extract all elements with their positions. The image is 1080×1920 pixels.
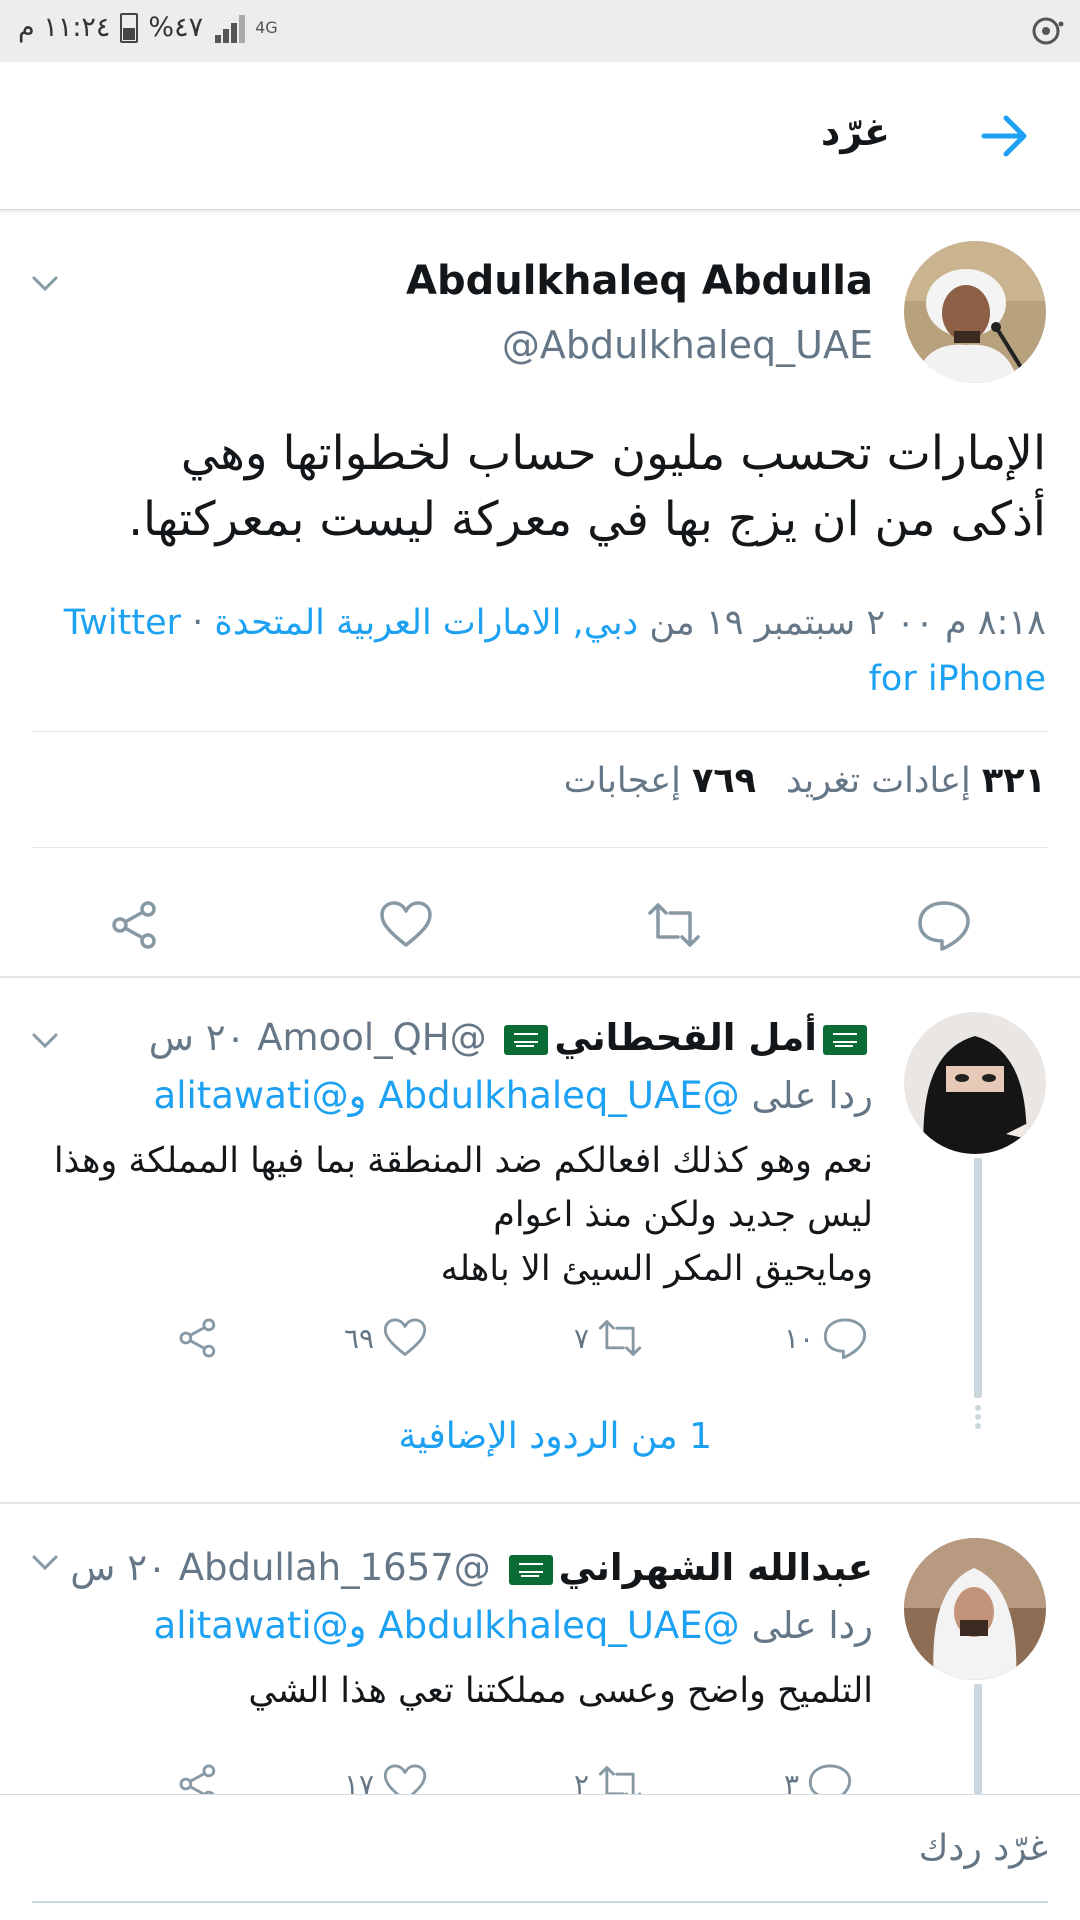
reply-to-prefix: ردا على [751,1074,873,1117]
retweets-label: إعادات تغريد [786,761,971,801]
retweets-count: ٣٢١ [981,761,1046,801]
reply-author-name[interactable]: عبدالله الشهراني [559,1546,873,1589]
like-icon [383,1318,427,1356]
retweet-button[interactable]: ٧ [574,1308,643,1368]
chevron-down-icon[interactable] [28,1546,62,1580]
tweet-text-line: أذكى من ان يزج بها في معركة ليست بمعركته… [128,492,1046,547]
saudi-flag-icon [508,1554,553,1585]
avatar[interactable] [904,1012,1046,1154]
saudi-flag-icon [504,1024,549,1055]
saudi-flag-icon [823,1024,867,1055]
reply-icon[interactable] [916,897,972,953]
reply-to-mention[interactable]: @Abdulkhaleq_UAE [378,1604,739,1647]
reply-text-line: نعم وهو كذلك افعالكم ضد المنطقة بما فيها… [53,1141,873,1181]
share-icon [179,1318,216,1358]
chevron-down-icon[interactable] [28,267,62,301]
thread-line [974,1684,982,1794]
reply-text-line: التلميح واضح وعسى مملكتنا تعي هذا الشي [248,1671,873,1711]
reply-to-mention[interactable]: @Abdulkhaleq_UAE [378,1074,739,1117]
reply-to-mention[interactable]: @alitawati [154,1604,349,1647]
retweet-icon [598,1320,642,1356]
tweet-time: ٨:١٨ م ٠٠ ٢ سبتمبر ١٩ من [649,603,1046,643]
signal-icon [213,13,246,43]
tweet-location[interactable]: دبي, الامارات العربية المتحدة [214,603,638,643]
app-header: غرّد [0,62,1080,210]
back-arrow-icon[interactable] [976,108,1032,164]
reply-time: ٢٠ س [148,1016,246,1059]
reply-text: نعم وهو كذلك افعالكم ضد المنطقة بما فيها… [33,1134,873,1296]
share-button[interactable] [176,1308,222,1368]
page-title: غرّد [820,110,890,154]
retweets-stat[interactable]: ٣٢١ إعادات تغريد [786,761,1046,801]
compose-bar [0,1794,1080,1920]
retweet-count: ٧ [574,1321,590,1355]
like-icon[interactable] [378,897,434,953]
reply-text-line: ليس جديد ولكن منذ اعوام [493,1195,873,1235]
likes-count: ٧٦٩ [691,761,757,801]
divider [32,847,1048,848]
tweet-actions [0,881,1080,971]
reply-author-handle[interactable]: @Abdullah_1657 [179,1546,491,1589]
reply-text: التلميح واضح وعسى مملكتنا تعي هذا الشي [33,1664,873,1718]
battery-percent: %٤٧ [148,12,204,43]
reply-to: ردا على @Abdulkhaleq_UAE و@alitawati [154,1604,873,1647]
reply-text-line: ومايحيق المكر السيئ الا باهله [440,1249,873,1289]
likes-stat[interactable]: ٧٦٩ إعجابات [564,761,756,801]
reply-author-handle[interactable]: @Amool_QH [257,1016,486,1059]
reply-icon [823,1318,867,1360]
avatar[interactable] [904,241,1046,383]
author-handle[interactable]: @Abdulkhaleq_UAE [502,323,873,367]
reply-header: عبدالله الشهراني @Abdullah_1657 ٢٠ س [70,1546,873,1589]
reply-to: ردا على @Abdulkhaleq_UAE و@alitawati [154,1074,873,1117]
reply-to-and: و [348,1604,367,1647]
reply-to-mention[interactable]: @alitawati [154,1074,349,1117]
reply-header: أمل القحطاني @Amool_QH ٢٠ س [149,1016,873,1059]
reply-to-and: و [348,1074,367,1117]
tweet-text: الإمارات تحسب مليون حساب لخطواتها وهي أذ… [46,421,1046,553]
reply-author-name[interactable]: أمل القحطاني [554,1016,817,1059]
like-count: ٦٩ [344,1321,375,1355]
status-bar: ١١:٢٤ م %٤٧ 4G [0,0,1080,62]
section-divider [0,976,1080,978]
likes-label: إعجابات [563,761,681,801]
settings-icon [1030,14,1066,52]
author-name[interactable]: Abdulkhaleq Abdulla [406,258,873,304]
battery-icon [120,12,139,43]
thread-dots [973,1402,983,1432]
network-type: 4G [255,17,278,37]
retweet-icon[interactable] [646,897,702,953]
tweet-text-line: الإمارات تحسب مليون حساب لخطواتها وهي [180,426,1046,481]
tweet-stats: ٣٢١ إعادات تغريد ٧٦٩ إعجابات [564,761,1046,801]
reply-time: ٢٠ س [70,1546,167,1589]
clock: ١١:٢٤ م [18,12,111,43]
reply-count: ١٠ [784,1321,815,1355]
reply-actions: ٦٩ ٧ ١٠ [150,1308,880,1368]
thread-line [974,1158,982,1398]
status-left: ١١:٢٤ م %٤٧ 4G [18,12,278,43]
like-button[interactable]: ٦٩ [344,1308,428,1368]
chevron-down-icon[interactable] [28,1024,62,1058]
divider [32,731,1048,732]
avatar[interactable] [904,1538,1046,1680]
share-icon[interactable] [108,897,164,953]
reply-to-prefix: ردا على [751,1604,873,1647]
tweet-meta: ٨:١٨ م ٠٠ ٢ سبتمبر ١٩ من دبي, الامارات ا… [63,603,1046,699]
reply-button[interactable]: ١٠ [784,1308,868,1368]
more-replies-link[interactable]: 1 من الردود الإضافية [398,1416,712,1457]
section-divider [0,1502,1080,1504]
reply-input[interactable] [32,1795,1048,1903]
